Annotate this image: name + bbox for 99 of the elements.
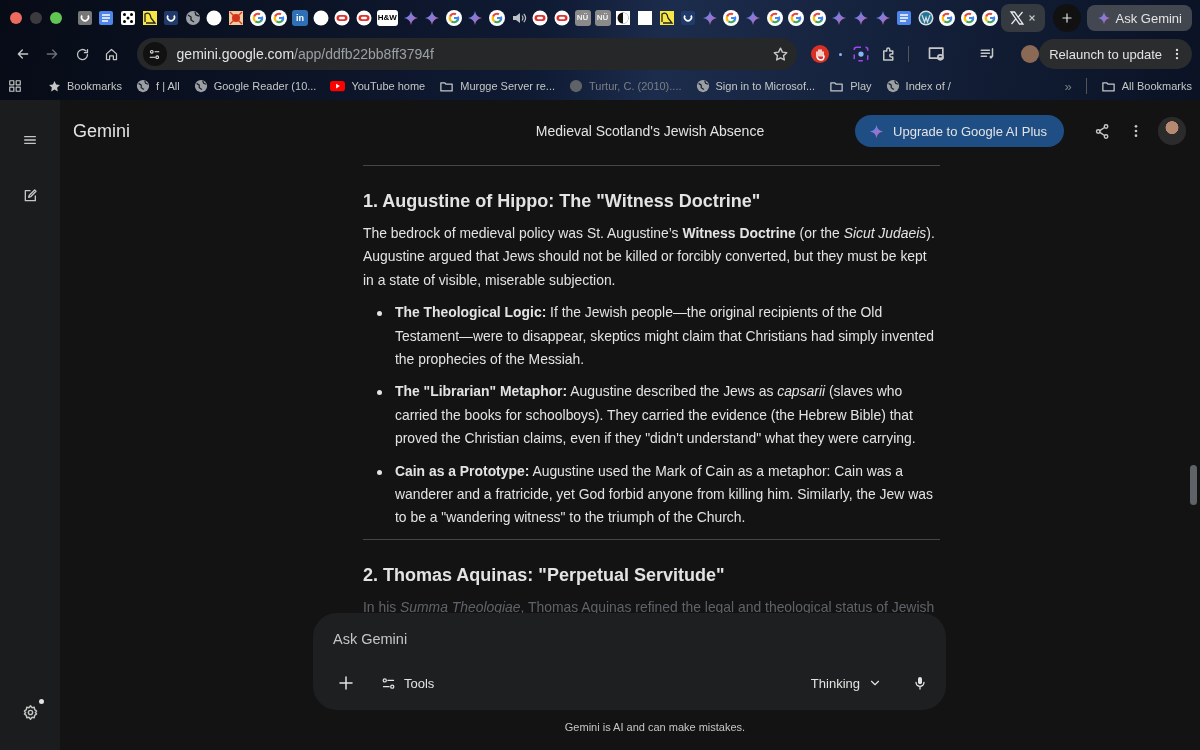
relaunch-button[interactable]: Relaunch to update [1039, 39, 1192, 69]
bullet-icon [377, 311, 382, 317]
google-icon [982, 10, 999, 26]
new-tab-button[interactable] [1053, 4, 1082, 32]
google-icon [960, 10, 977, 26]
google-icon [489, 10, 505, 26]
google-icon [939, 10, 956, 26]
pill-icon [334, 10, 351, 26]
google-icon [788, 10, 805, 26]
paragraph: The bedrock of medieval policy was St. Augustine’s Witness Doctrine (or the Sicut Judaeis). Augustine argued that Jews should not be killed or forcibly converted, but they must be kept in a state of visible, miserable subjection. [363, 224, 936, 290]
pill-icon [553, 10, 570, 26]
hand-icon [811, 45, 830, 63]
bookmark-item[interactable]: Sign in to Microsof... [689, 74, 822, 98]
google-icon [249, 10, 266, 26]
site-settings-icon[interactable] [142, 42, 167, 66]
bookmark-item[interactable]: Play [823, 74, 878, 98]
disclaimer-text: Gemini is AI and can make mistakes. [564, 721, 746, 733]
scrollbar-thumb[interactable] [1190, 465, 1197, 505]
pattern-icon [227, 10, 244, 26]
bookmark-item[interactable]: Turtur, C. (2010).... [563, 74, 688, 98]
bullet-item: The Theological Logic: If the Jewish people—the original recipients of the Old Testament—were to disappear, skeptics might claim that Christians had simply invented the prophecies of the Messiah. [395, 303, 935, 370]
google-icon [271, 10, 288, 26]
address-bar[interactable]: gemini.google.com/app/ddfb22bb8ff3794f [136, 38, 798, 70]
contrast-icon [615, 10, 632, 26]
sparkle-icon [869, 123, 885, 139]
document-icon [896, 10, 913, 26]
google-icon [723, 10, 740, 26]
section-heading: 2. Thomas Aquinas: "Perpetual Servitude" [363, 563, 726, 587]
bullet-item: The "Librarian" Metaphor: Augustine described the Jews as capsarii (slaves who carried the books for schoolboys). They carried the evidence (the Hebrew Bible) that proved the Christian claims, even if they "didn't understand" what they were carrying. [395, 382, 917, 449]
favicon-text: H&W [376, 10, 398, 26]
bookmark-item[interactable]: Bookmarks [42, 74, 129, 98]
close-icon[interactable] [1027, 13, 1038, 23]
circle-icon [206, 10, 223, 26]
close-window-button[interactable] [10, 12, 22, 24]
reload-icon [74, 46, 90, 62]
microphone-icon [912, 675, 928, 691]
pill-icon [355, 10, 372, 26]
video-play-icon [330, 78, 346, 94]
google-icon [445, 10, 462, 26]
tab[interactable]: H&W [374, 4, 400, 32]
profile-avatar[interactable] [1021, 45, 1040, 63]
circle-icon [312, 10, 329, 26]
notification-dot [39, 699, 44, 704]
ring-icon [680, 10, 697, 26]
edit-icon [22, 188, 38, 204]
pill-icon [532, 10, 549, 26]
globe-icon [569, 79, 583, 93]
dice-icon [120, 10, 136, 26]
tune-icon [381, 675, 396, 691]
avatar[interactable] [1158, 117, 1186, 145]
section-heading: 1. Augustine of Hippo: The "Witness Doctrine" [363, 190, 762, 213]
bookmark-item[interactable]: Index of / [879, 74, 957, 98]
globe-icon [885, 79, 900, 93]
tab[interactable]: in [289, 4, 310, 32]
tools-button[interactable]: Tools [377, 669, 439, 697]
apps-grid-icon [8, 79, 22, 93]
globe-icon [193, 79, 208, 93]
favicon-text: NÜ [574, 10, 591, 26]
bookmark-item[interactable]: Google Reader (10... [187, 74, 323, 98]
document-icon [98, 10, 115, 26]
lens-icon [852, 45, 871, 63]
globe-icon [136, 79, 151, 93]
overflow-chevron[interactable]: » [1064, 78, 1072, 94]
status-dot [839, 52, 843, 56]
home-icon [104, 46, 120, 62]
google-icon [809, 10, 826, 26]
globe-icon [184, 10, 201, 26]
maximize-window-button[interactable] [50, 12, 62, 24]
settings-icon [21, 703, 39, 721]
tab[interactable] [1001, 4, 1046, 32]
app-name: Gemini [73, 120, 130, 142]
star-icon [48, 79, 61, 93]
bookmark-item[interactable]: Murgge Server re... [433, 74, 561, 98]
chat-title: Medieval Scotland's Jewish Absence [535, 123, 765, 139]
bookmark-item[interactable]: f | All [130, 74, 186, 98]
prompt-field[interactable]: Ask Gemini Tools Thinking [313, 613, 946, 710]
favicon-text: NÜ [594, 10, 611, 26]
share-icon [1093, 122, 1111, 140]
url-text: gemini.google.com/app/ddfb22bb8ff3794f [176, 46, 435, 62]
square-icon [636, 10, 653, 26]
ring-icon [163, 10, 180, 26]
google-icon [766, 10, 783, 26]
plus-icon [337, 674, 355, 692]
ring-icon [76, 10, 93, 26]
favicon-text: in [291, 10, 308, 26]
ask-gemini-button[interactable]: Ask Gemini [1086, 5, 1192, 31]
globe-icon [695, 79, 710, 93]
bullet-icon [377, 469, 382, 475]
x-logo-icon [1009, 10, 1026, 26]
plus-icon [1060, 11, 1075, 25]
mode-dropdown[interactable]: Thinking [806, 669, 886, 697]
upgrade-button[interactable]: Upgrade to Google AI Plus [855, 115, 1064, 147]
star-icon [772, 45, 790, 63]
bullet-icon [377, 390, 382, 396]
bookmark-item[interactable]: YouTube home [324, 74, 432, 98]
bullet-item: Cain as a Prototype: Augustine used the Mark of Cain as a metaphor: Cain was a wanderer and a fratricide, yet God forbid anyone from killing him. Similarly, the Jew was to be a "wandering witness" to the triumph of the Church. [395, 461, 934, 528]
logo-icon [917, 10, 934, 26]
bookmark-item[interactable]: All Bookmarks [1094, 74, 1198, 98]
speaker-icon [510, 10, 527, 26]
